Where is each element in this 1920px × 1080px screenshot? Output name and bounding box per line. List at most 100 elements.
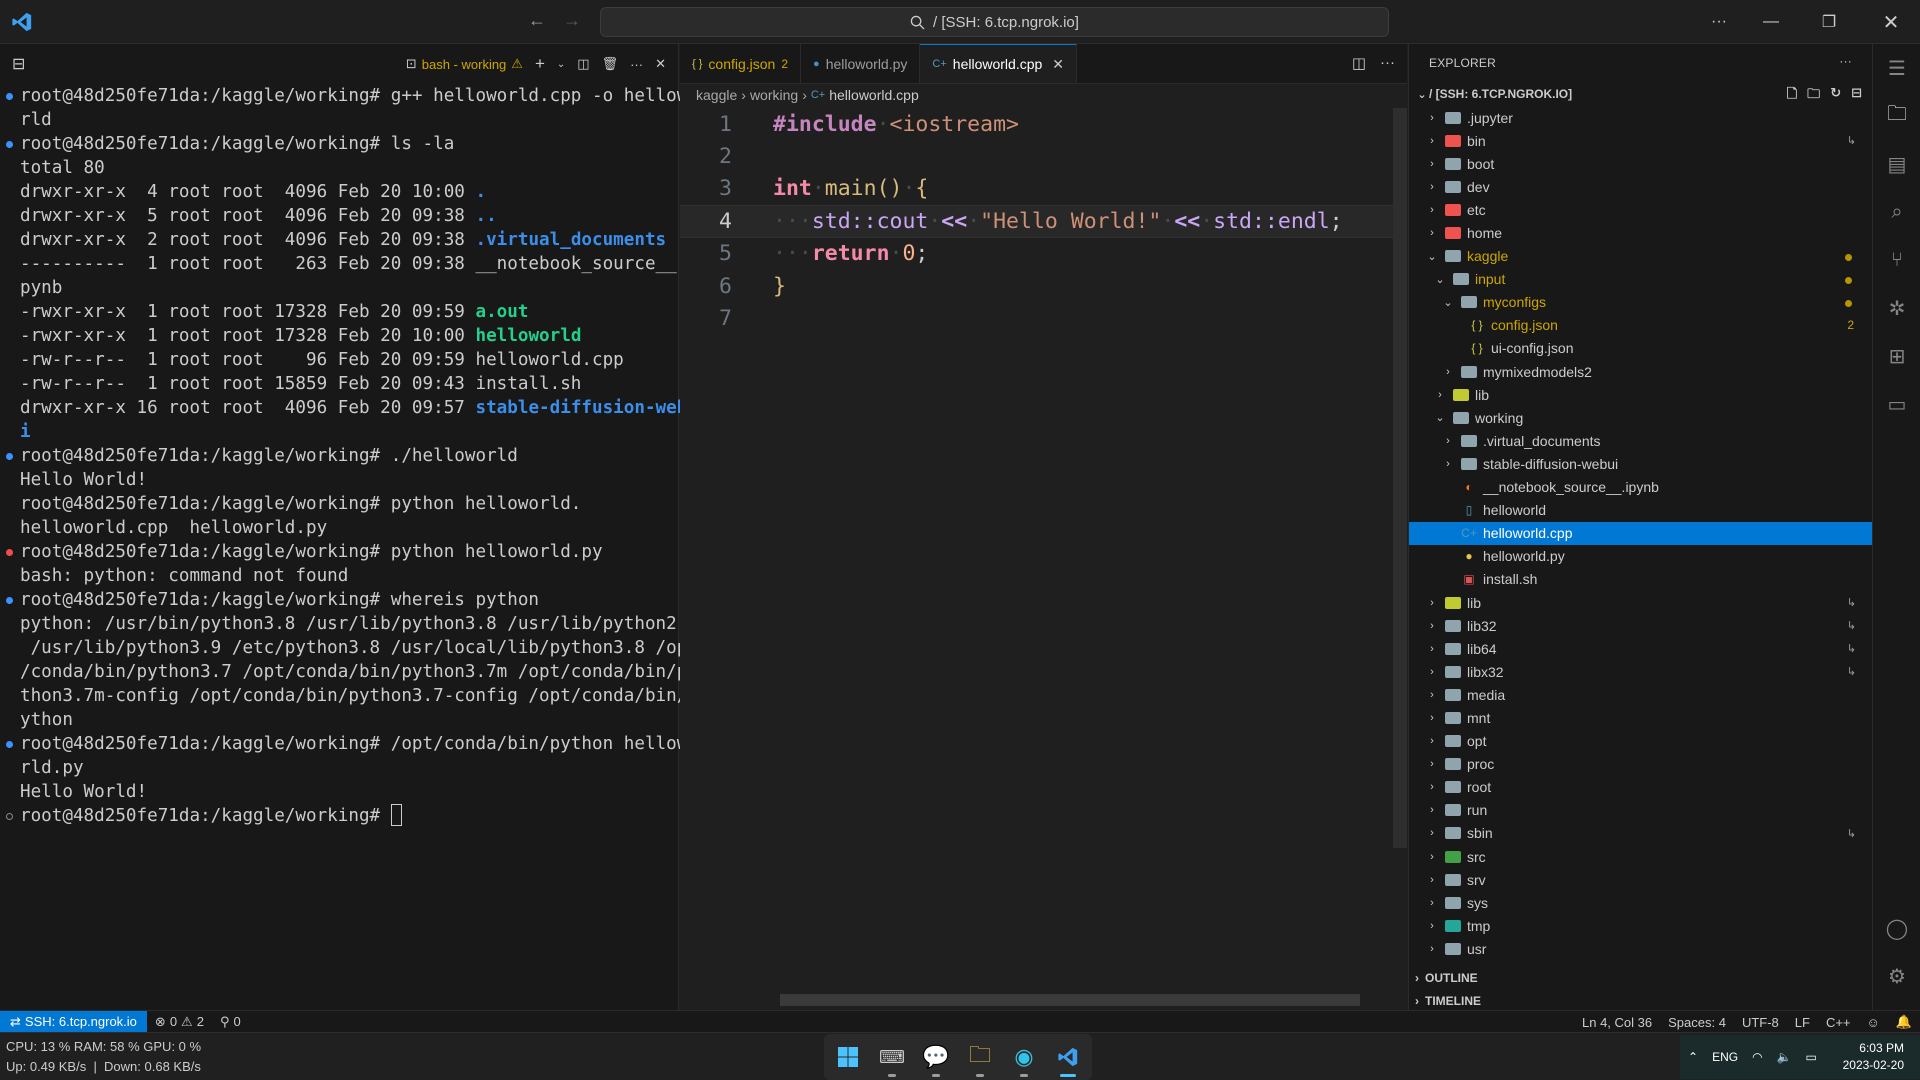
new-folder-icon[interactable]: 🗀 [1807, 85, 1820, 107]
tree-file[interactable]: ◐ __notebook_source__.ipynb [1409, 476, 1872, 499]
tree-folder[interactable]: › .virtual_documents [1409, 429, 1872, 452]
split-editor-icon[interactable]: ◫ [1352, 54, 1366, 72]
refresh-icon[interactable]: ↻ [1830, 85, 1841, 107]
command-decoration-icon[interactable] [6, 549, 13, 556]
editor-more-icon[interactable]: ··· [1380, 54, 1395, 72]
tree-file[interactable]: ▯ helloworld [1409, 499, 1872, 522]
code-line[interactable]: 1 #include·<iostream> [680, 108, 1407, 140]
tree-folder[interactable]: › libx32 ↳ [1409, 660, 1872, 683]
source-control-icon[interactable]: ⑂ [1873, 236, 1920, 284]
code-line[interactable]: 5 ···return·0; [680, 238, 1407, 270]
editor-tab[interactable]: ● helloworld.py [801, 44, 921, 83]
code-editor[interactable]: 1 #include·<iostream> 2 3 int·main()·{4 ···st… [680, 106, 1407, 335]
breadcrumb-item[interactable]: working [750, 87, 798, 103]
battery-icon[interactable]: ▭ [1806, 1050, 1817, 1064]
tree-folder[interactable]: › lib32 ↳ [1409, 614, 1872, 637]
wechat-icon[interactable]: 💬 [916, 1034, 956, 1080]
tree-folder[interactable]: ⌄ input [1409, 268, 1872, 291]
windows-start-icon[interactable] [828, 1034, 868, 1080]
tree-folder[interactable]: › mymixedmodels2 [1409, 360, 1872, 383]
tree-folder[interactable]: › bin ↳ [1409, 129, 1872, 152]
tree-file[interactable]: C+ helloworld.cpp [1409, 521, 1872, 545]
manage-gear-icon[interactable]: ⚙ [1873, 952, 1920, 1000]
tree-folder[interactable]: › media [1409, 683, 1872, 706]
more-actions-icon[interactable]: ··· [1696, 8, 1742, 36]
tree-folder[interactable]: ⌄ working [1409, 406, 1872, 429]
breadcrumb-item[interactable]: helloworld.cpp [829, 87, 919, 103]
tree-folder[interactable]: › lib ↳ [1409, 591, 1872, 614]
breadcrumb-item[interactable]: kaggle [696, 87, 737, 103]
indentation[interactable]: Spaces: 4 [1660, 1015, 1734, 1030]
tree-folder[interactable]: › opt [1409, 730, 1872, 753]
code-line[interactable]: 6} [680, 270, 1407, 302]
bell-icon[interactable]: 🔔 [1888, 1014, 1920, 1030]
close-tab-icon[interactable]: ✕ [1052, 56, 1064, 73]
problems-indicator[interactable]: ⊗ 0 ⚠ 2 [147, 1014, 212, 1030]
tree-folder[interactable]: › .jupyter [1409, 106, 1872, 129]
code-line[interactable]: 2 [680, 140, 1407, 172]
chevron-up-icon[interactable]: ⌃ [1688, 1050, 1698, 1064]
terminal-more-icon[interactable]: ··· [630, 57, 643, 72]
tree-folder[interactable]: › dev [1409, 175, 1872, 198]
panel-layout-icon[interactable]: ⊟ [12, 54, 25, 74]
new-terminal-button[interactable]: + [535, 54, 545, 74]
debug-icon[interactable]: ✲ [1873, 284, 1920, 332]
explorer-root-folder[interactable]: ⌄ / [SSH: 6.TCP.NGROK.IO] 🗋 🗀 ↻ ⊟ [1409, 82, 1872, 106]
tree-folder[interactable]: › sys [1409, 891, 1872, 914]
menu-icon[interactable]: ☰ [1873, 44, 1920, 92]
vertical-scrollbar[interactable] [1393, 108, 1407, 848]
terminal-app-icon[interactable]: ⌨ [872, 1034, 912, 1080]
command-decoration-icon[interactable] [6, 741, 13, 748]
ports-indicator[interactable]: ⚲ 0 [212, 1014, 249, 1030]
timeline-section[interactable]: › TIMELINE [1409, 989, 1872, 1012]
command-decoration-icon[interactable] [6, 453, 13, 460]
file-explorer-icon[interactable]: 🗀 [960, 1034, 1000, 1080]
chevron-down-icon[interactable]: ⌄ [557, 59, 565, 70]
terminal-tab[interactable]: ⊡ bash - working ⚠ [406, 56, 523, 72]
tree-folder[interactable]: › home [1409, 221, 1872, 244]
command-decoration-icon[interactable] [6, 141, 13, 148]
files-icon[interactable]: 🗀 [1873, 92, 1920, 140]
tree-folder[interactable]: › srv [1409, 868, 1872, 891]
tree-folder[interactable]: › root [1409, 776, 1872, 799]
volume-icon[interactable]: 🔈 [1777, 1050, 1792, 1064]
command-decoration-icon[interactable] [6, 813, 13, 820]
outline-section[interactable]: › OUTLINE [1409, 966, 1872, 989]
tree-folder[interactable]: ⌄ kaggle [1409, 245, 1872, 268]
restore-button[interactable]: ❐ [1806, 8, 1852, 36]
code-line[interactable]: 7 [680, 302, 1407, 334]
wifi-icon[interactable]: ◠ [1752, 1050, 1762, 1064]
trash-icon[interactable]: 🗑 [602, 56, 619, 72]
tree-folder[interactable]: › proc [1409, 753, 1872, 776]
command-decoration-icon[interactable] [6, 93, 13, 100]
code-line[interactable]: 4 ···std::cout·<<·"Hello World!"·<<·std::… [680, 205, 1407, 238]
notebook-icon[interactable]: ▤ [1873, 140, 1920, 188]
remote-indicator[interactable]: ⇄ SSH: 6.tcp.ngrok.io [0, 1010, 147, 1033]
feedback-icon[interactable]: ☺ [1859, 1015, 1888, 1030]
line-ending[interactable]: LF [1787, 1015, 1818, 1030]
explorer-more-icon[interactable]: ··· [1839, 54, 1852, 68]
tree-folder[interactable]: › lib64 ↳ [1409, 637, 1872, 660]
editor-tab[interactable]: { } config.json 2 [680, 44, 802, 83]
encoding[interactable]: UTF-8 [1734, 1015, 1787, 1030]
collapse-all-icon[interactable]: ⊟ [1851, 85, 1862, 107]
language-mode[interactable]: C++ [1818, 1015, 1859, 1030]
extensions-icon[interactable]: ⊞ [1873, 332, 1920, 380]
search-icon[interactable]: ⌕ [1873, 188, 1920, 236]
account-icon[interactable]: ◯ [1873, 904, 1920, 952]
split-terminal-icon[interactable]: ◫ [577, 56, 589, 72]
tree-folder[interactable]: › etc [1409, 198, 1872, 221]
new-file-icon[interactable]: 🗋 [1787, 85, 1797, 107]
command-center-search[interactable]: / [SSH: 6.tcp.ngrok.io] [600, 7, 1389, 37]
back-arrow-icon[interactable]: ← [528, 10, 546, 31]
input-language[interactable]: ENG [1712, 1050, 1738, 1064]
code-line[interactable]: 3 int·main()·{ [680, 173, 1407, 205]
tree-file[interactable]: ▣ install.sh [1409, 568, 1872, 591]
tree-folder[interactable]: › usr [1409, 937, 1872, 960]
vscode-app-icon[interactable] [1048, 1034, 1088, 1080]
tree-folder[interactable]: › src [1409, 845, 1872, 868]
close-panel-icon[interactable]: ✕ [655, 56, 666, 72]
close-window-button[interactable]: ✕ [1868, 8, 1914, 36]
forward-arrow-icon[interactable]: → [563, 10, 581, 31]
cursor-position[interactable]: Ln 4, Col 36 [1574, 1015, 1660, 1030]
